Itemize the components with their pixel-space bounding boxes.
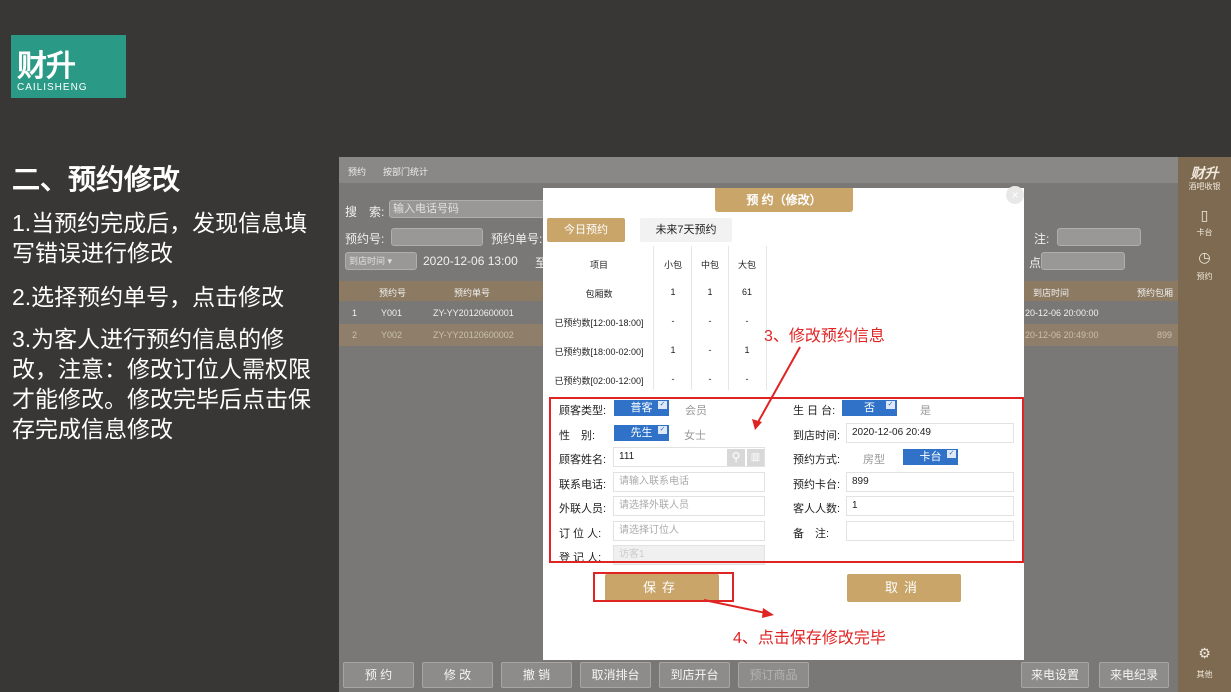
annotation-step-3: 3、修改预约信息	[764, 328, 885, 345]
slide: 财升 CAILISHENG 二、预约修改 1.当预约完成后，发现信息填写错误进行…	[0, 0, 1231, 692]
arrow-head-save	[762, 608, 774, 618]
arrow-to-form	[756, 346, 801, 425]
annotation-step-4: 4、点击保存修改完毕	[733, 630, 886, 647]
arrow-head-form	[752, 419, 762, 430]
arrow-to-save	[703, 599, 767, 614]
annotation-arrows	[703, 346, 801, 618]
